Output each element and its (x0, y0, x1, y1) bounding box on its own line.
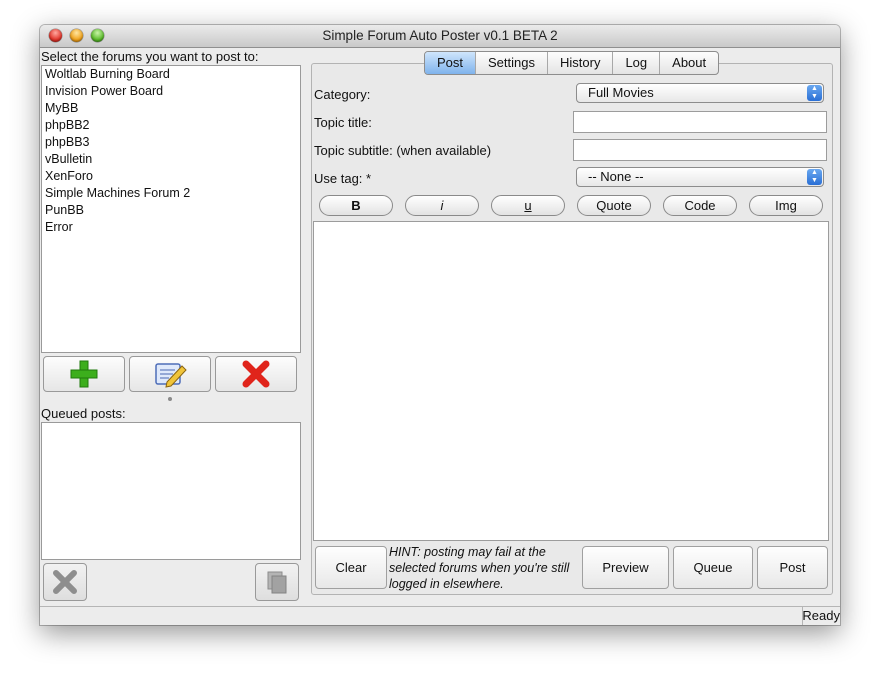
select-arrows-icon: ▲ ▼ (807, 85, 822, 101)
topic-subtitle-input[interactable] (573, 139, 827, 161)
status-bar: Ready (40, 606, 840, 625)
post-button[interactable]: Post (757, 546, 828, 589)
tab-post[interactable]: Post (425, 52, 477, 74)
forum-list-item[interactable]: Simple Machines Forum 2 (42, 185, 300, 202)
category-label: Category: (314, 87, 371, 102)
copy-icon (267, 571, 287, 594)
copy-queued-button[interactable] (255, 563, 299, 601)
hint-text: HINT: posting may fail at the selected f… (389, 545, 570, 591)
preview-button[interactable]: Preview (582, 546, 669, 589)
gray-x-icon (53, 570, 77, 594)
forum-list-item[interactable]: vBulletin (42, 151, 300, 168)
minimize-window-button[interactable] (70, 29, 83, 42)
x-icon (242, 360, 270, 388)
status-text: Ready (802, 608, 840, 623)
tag-label: Use tag: * (314, 171, 372, 186)
forum-list-item[interactable]: MyBB (42, 100, 300, 117)
tag-value: -- None -- (588, 169, 644, 184)
window-title: Simple Forum Auto Poster v0.1 BETA 2 (322, 28, 558, 43)
forum-list[interactable]: Woltlab Burning Board Invision Power Boar… (41, 65, 301, 353)
queued-label: Queued posts: (41, 406, 126, 421)
underline-button[interactable]: u (491, 195, 565, 216)
add-forum-button[interactable] (43, 356, 125, 392)
forum-list-item[interactable]: Error (42, 219, 300, 236)
forum-list-item[interactable]: Invision Power Board (42, 83, 300, 100)
split-handle[interactable] (168, 397, 172, 401)
edit-icon (155, 363, 187, 388)
delete-forum-button[interactable] (215, 356, 297, 392)
post-body-textarea[interactable] (313, 221, 829, 541)
forum-list-item[interactable]: phpBB2 (42, 117, 300, 134)
forum-list-item[interactable]: PunBB (42, 202, 300, 219)
title-bar: Simple Forum Auto Poster v0.1 BETA 2 (40, 25, 840, 48)
tab-about[interactable]: About (660, 52, 718, 74)
topic-title-label: Topic title: (314, 115, 372, 130)
tab-bar: Post Settings History Log About (424, 51, 720, 75)
forum-list-item[interactable]: phpBB3 (42, 134, 300, 151)
app-window: Simple Forum Auto Poster v0.1 BETA 2 Sel… (40, 25, 840, 625)
tag-select[interactable]: -- None -- ▲ ▼ (576, 167, 824, 187)
code-button[interactable]: Code (663, 195, 737, 216)
zoom-window-button[interactable] (91, 29, 104, 42)
forum-list-item[interactable]: Woltlab Burning Board (42, 66, 300, 83)
clear-button[interactable]: Clear (315, 546, 387, 589)
forums-label: Select the forums you want to post to: (41, 49, 259, 64)
status-cell (40, 607, 803, 625)
category-value: Full Movies (588, 85, 654, 100)
bold-button[interactable]: B (319, 195, 393, 216)
remove-queued-button[interactable] (43, 563, 87, 601)
tab-history[interactable]: History (548, 52, 614, 74)
close-window-button[interactable] (49, 29, 62, 42)
tab-settings[interactable]: Settings (476, 52, 548, 74)
italic-button[interactable]: i (405, 195, 479, 216)
edit-forum-button[interactable] (129, 356, 211, 392)
plus-icon (70, 360, 98, 388)
queue-button[interactable]: Queue (673, 546, 753, 589)
quote-button[interactable]: Quote (577, 195, 651, 216)
topic-title-input[interactable] (573, 111, 827, 133)
select-arrows-icon: ▲ ▼ (807, 169, 822, 185)
category-select[interactable]: Full Movies ▲ ▼ (576, 83, 824, 103)
topic-subtitle-label: Topic subtitle: (when available) (314, 143, 492, 158)
tab-log[interactable]: Log (613, 52, 661, 74)
queued-posts-list[interactable] (41, 422, 301, 560)
img-button[interactable]: Img (749, 195, 823, 216)
forum-list-item[interactable]: XenForo (42, 168, 300, 185)
